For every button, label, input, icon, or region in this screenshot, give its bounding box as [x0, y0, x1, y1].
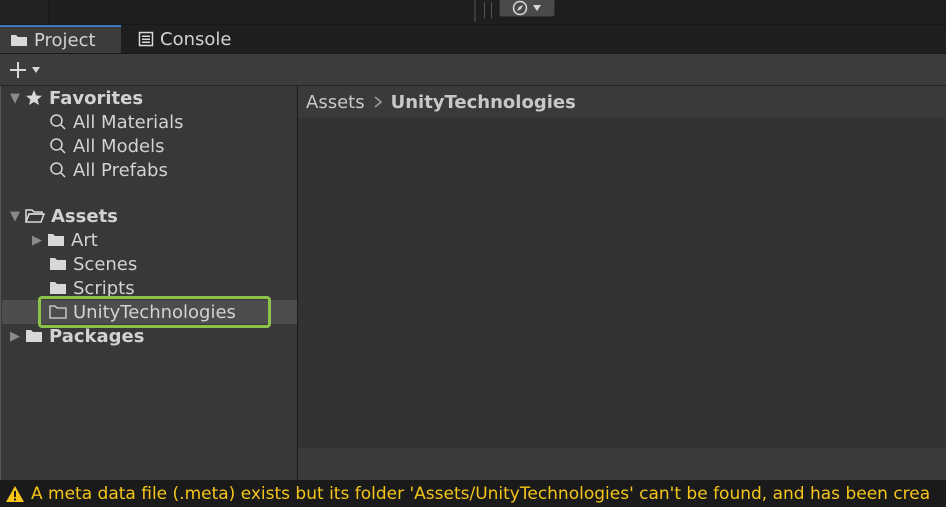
plus-icon	[10, 62, 26, 78]
folder-open-icon	[25, 209, 45, 223]
status-bar[interactable]: A meta data file (.meta) exists but its …	[0, 480, 946, 507]
expand-arrow-down-icon[interactable]: ▼	[5, 91, 25, 106]
tree-item-scripts[interactable]: Scripts	[49, 276, 135, 300]
expand-arrow-right-icon[interactable]: ▶	[27, 233, 47, 248]
panel-tab-bar: Project Console	[0, 25, 946, 54]
tree-item-art[interactable]: ▶ Art	[27, 228, 98, 252]
top-left-cell	[0, 0, 49, 24]
tab-console[interactable]: Console	[124, 25, 254, 53]
toolbar-separator	[474, 0, 476, 22]
tree-label: Assets	[51, 205, 118, 227]
caret-down-icon	[32, 67, 40, 73]
tree-label: Packages	[49, 325, 145, 347]
folder-tree: ▼ Favorites All Materials All Models All…	[0, 86, 298, 480]
tree-label: All Prefabs	[73, 159, 168, 181]
tree-favorites[interactable]: ▼ Favorites	[5, 86, 143, 110]
folder-icon	[26, 330, 42, 342]
tree-item-all-materials[interactable]: All Materials	[49, 110, 184, 134]
top-toolbar-strip	[0, 0, 946, 25]
asset-browser: Assets UnityTechnologies	[298, 86, 946, 480]
tab-label: Project	[34, 29, 96, 51]
breadcrumb-current: UnityTechnologies	[390, 91, 576, 113]
tree-item-scenes[interactable]: Scenes	[49, 252, 137, 276]
tree-label: Scripts	[73, 277, 135, 299]
tree-assets[interactable]: ▼ Assets	[5, 204, 118, 228]
status-message: A meta data file (.meta) exists but its …	[31, 483, 931, 504]
tree-label: UnityTechnologies	[73, 301, 236, 323]
tab-project[interactable]: Project	[0, 25, 121, 53]
folder-icon	[50, 282, 66, 294]
compass-icon	[512, 0, 528, 16]
tab-label: Console	[160, 28, 232, 50]
search-icon	[50, 114, 66, 130]
tree-label: Art	[71, 229, 98, 251]
tree-label: All Models	[73, 135, 165, 157]
tree-packages[interactable]: ▶ Packages	[5, 324, 144, 348]
drag-grip-icon[interactable]	[484, 2, 492, 18]
tree-label: All Materials	[73, 111, 184, 133]
tree-item-all-prefabs[interactable]: All Prefabs	[49, 158, 168, 182]
tree-label: Favorites	[49, 87, 144, 109]
folder-icon	[50, 258, 66, 270]
search-icon	[50, 138, 66, 154]
create-button[interactable]	[8, 59, 48, 81]
chevron-right-icon	[374, 96, 382, 108]
console-icon	[138, 31, 154, 47]
star-icon	[26, 90, 42, 105]
gizmo-dropdown-button[interactable]	[499, 0, 555, 17]
folder-icon	[11, 35, 27, 46]
search-icon	[50, 162, 66, 178]
folder-empty-icon	[49, 305, 67, 319]
project-toolbar	[0, 54, 946, 86]
breadcrumb: Assets UnityTechnologies	[298, 86, 946, 118]
tree-item-unitytechnologies[interactable]: UnityTechnologies	[49, 300, 236, 324]
expand-arrow-down-icon[interactable]: ▼	[5, 209, 25, 224]
asset-browser-footer	[298, 448, 946, 480]
warning-icon	[6, 485, 24, 502]
folder-icon	[48, 234, 64, 246]
caret-down-icon	[533, 5, 541, 11]
tree-item-all-models[interactable]: All Models	[49, 134, 164, 158]
expand-arrow-right-icon[interactable]: ▶	[5, 329, 25, 344]
breadcrumb-assets[interactable]: Assets	[306, 92, 365, 113]
tree-label: Scenes	[73, 253, 138, 275]
